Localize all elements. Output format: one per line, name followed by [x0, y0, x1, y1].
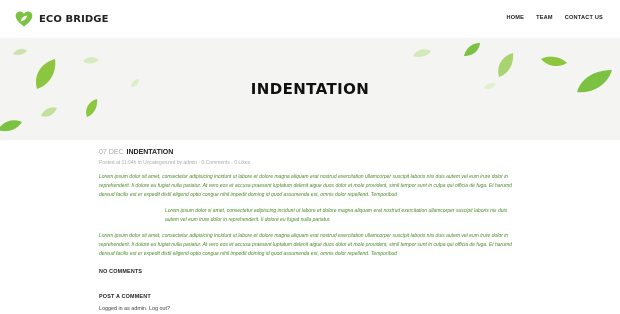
- post-content: 07 DEC INDENTATION Posted at 11:04h in U…: [99, 149, 523, 312]
- leaf-icon: [41, 107, 57, 117]
- site-logo[interactable]: ECO BRIDGE: [14, 9, 109, 29]
- indented-paragraph: Lorem ipsum dolor si amet, consectetur a…: [165, 208, 508, 223]
- leaf-icon: [498, 53, 514, 77]
- nav-contact-us[interactable]: CONTACT US: [565, 15, 603, 21]
- post-comment-heading: POST A COMMENT: [99, 294, 151, 300]
- heart-leaf-logo-icon: [15, 11, 33, 27]
- nav-home[interactable]: HOME: [506, 15, 524, 21]
- leaf-icon: [0, 120, 22, 132]
- post-meta: Posted at 11:04h in Uncategorized by adm…: [99, 160, 251, 166]
- comments-count-heading: NO COMMENTS: [99, 269, 143, 275]
- page-title-banner: INDENTATION: [0, 38, 620, 140]
- leaf-icon: [13, 49, 27, 55]
- post-paragraph: Lorem ipsum dolor sit amet, consectetur …: [99, 233, 512, 257]
- leaf-icon: [413, 49, 431, 57]
- leaf-icon: [83, 57, 99, 64]
- site-header: ECO BRIDGE HOME TEAM CONTACT US: [0, 0, 620, 38]
- page-title: INDENTATION: [250, 80, 370, 98]
- main-nav: HOME TEAM CONTACT US: [506, 15, 603, 21]
- post-paragraph: Lorem ipsum dolor sit amet, consectetur …: [99, 174, 512, 198]
- logged-in-notice[interactable]: Logged in as admin. Log out?: [99, 306, 523, 312]
- leaf-icon: [541, 56, 567, 67]
- logo-text: ECO BRIDGE: [39, 13, 109, 25]
- post-header: 07 DEC INDENTATION: [99, 149, 523, 156]
- post-title: INDENTATION: [126, 149, 174, 156]
- leaf-icon: [464, 43, 480, 56]
- leaf-icon: [86, 99, 98, 117]
- post-date: 07 DEC: [99, 149, 124, 156]
- nav-team[interactable]: TEAM: [536, 15, 553, 21]
